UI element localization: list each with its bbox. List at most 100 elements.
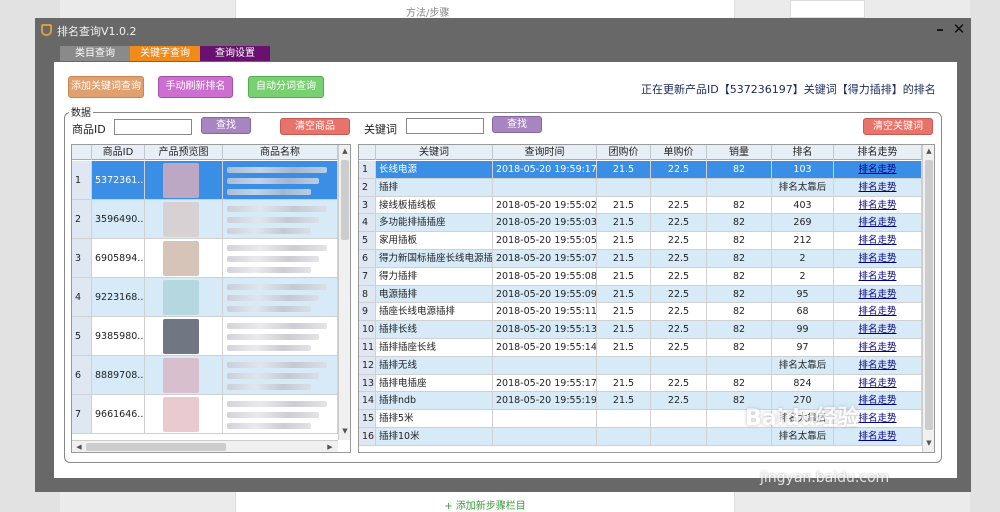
row-number[interactable]: 1 xyxy=(359,161,376,179)
sales-cell[interactable]: 82 xyxy=(707,232,772,250)
product-row[interactable]: 3 6905894... xyxy=(72,239,338,278)
query-time-cell[interactable] xyxy=(493,178,597,197)
group-price-cell[interactable]: 21.5 xyxy=(597,303,651,322)
keyword-row[interactable]: 11 插排插座长线 2018-05-20 19:55:14 21.5 22.5 82 97 排… xyxy=(359,339,922,357)
rank-trend-link[interactable]: 排名走势 xyxy=(834,267,922,286)
single-price-cell[interactable] xyxy=(651,410,707,428)
product-row[interactable]: 2 3596490... xyxy=(72,200,338,239)
group-price-cell[interactable] xyxy=(597,428,651,446)
product-preview-cell[interactable] xyxy=(145,239,223,278)
keyword-row[interactable]: 4 多功能排插插座 2018-05-20 19:55:03 21.5 22.5 82 269… xyxy=(359,214,922,233)
product-id-cell[interactable]: 8889708... xyxy=(92,356,145,395)
keyword-row[interactable]: 10 插排长线 2018-05-20 19:55:13 21.5 22.5 82 99 排名走… xyxy=(359,321,922,339)
query-time-cell[interactable]: 2018-05-20 19:59:17 xyxy=(493,161,597,179)
rank-trend-link[interactable]: 排名走势 xyxy=(834,161,922,179)
rank-cell[interactable]: 排名太靠后 xyxy=(772,356,834,375)
keyword-cell[interactable]: 插排10米 xyxy=(376,428,493,446)
product-preview-cell[interactable] xyxy=(145,278,223,317)
query-time-cell[interactable]: 2018-05-20 19:55:09 xyxy=(493,285,597,304)
rank-trend-link[interactable]: 排名走势 xyxy=(834,232,922,250)
single-price-cell[interactable]: 22.5 xyxy=(651,250,707,268)
rank-trend-link[interactable]: 排名走势 xyxy=(834,178,922,197)
group-price-cell[interactable]: 21.5 xyxy=(597,161,651,179)
keyword-cell[interactable]: 接线板插线板 xyxy=(376,196,493,215)
rank-trend-link[interactable]: 排名走势 xyxy=(834,303,922,322)
product-name-cell[interactable] xyxy=(223,200,338,239)
group-price-cell[interactable]: 21.5 xyxy=(597,392,651,411)
query-time-cell[interactable]: 2018-05-20 19:55:07 xyxy=(493,250,597,268)
query-time-cell[interactable] xyxy=(493,356,597,375)
rank-cell[interactable]: 269 xyxy=(772,214,834,233)
product-grid-hscroll-thumb[interactable] xyxy=(86,443,226,451)
product-name-column-header[interactable]: 商品名称 xyxy=(223,145,338,160)
query-time-cell[interactable]: 2018-05-20 19:55:19 xyxy=(493,392,597,411)
keyword-grid-vscroll-thumb[interactable] xyxy=(925,160,933,430)
product-id-cell[interactable]: 9385980... xyxy=(92,317,145,356)
tab-keyword-query[interactable]: 关键字查询 xyxy=(130,46,200,61)
product-row[interactable]: 6 8889708... xyxy=(72,356,338,395)
row-number[interactable]: 2 xyxy=(72,200,92,239)
row-number[interactable]: 4 xyxy=(72,278,92,317)
sales-cell[interactable] xyxy=(707,178,772,197)
rank-trend-link[interactable]: 排名走势 xyxy=(834,250,922,268)
product-find-button[interactable]: 查找 xyxy=(201,117,251,134)
keyword-cell[interactable]: 插排5米 xyxy=(376,410,493,428)
keyword-row[interactable]: 2 插排 排名太靠后 排名走势 xyxy=(359,178,922,197)
query-time-cell[interactable]: 2018-05-20 19:55:13 xyxy=(493,321,597,339)
product-preview-cell[interactable] xyxy=(145,161,223,200)
keyword-cell[interactable]: 插排无线 xyxy=(376,356,493,375)
group-price-cell[interactable] xyxy=(597,356,651,375)
row-number[interactable]: 4 xyxy=(359,214,376,233)
row-number[interactable]: 3 xyxy=(359,196,376,215)
sales-cell[interactable]: 82 xyxy=(707,303,772,322)
sales-cell[interactable]: 82 xyxy=(707,374,772,393)
rank-cell[interactable]: 2 xyxy=(772,267,834,286)
product-name-cell[interactable] xyxy=(223,278,338,317)
product-row[interactable]: 5 9385980... xyxy=(72,317,338,356)
sales-cell[interactable]: 82 xyxy=(707,250,772,268)
scroll-up-arrow-icon[interactable]: ▲ xyxy=(339,147,350,155)
row-number[interactable]: 7 xyxy=(72,395,92,434)
manual-refresh-button[interactable]: 手动刷新排名 xyxy=(158,76,233,98)
sales-cell[interactable]: 82 xyxy=(707,161,772,179)
rank-column-header[interactable]: 排名 xyxy=(772,145,834,160)
rank-trend-link[interactable]: 排名走势 xyxy=(834,374,922,393)
product-id-cell[interactable]: 5372361... xyxy=(92,161,145,200)
product-name-cell[interactable] xyxy=(223,395,338,434)
single-price-cell[interactable]: 22.5 xyxy=(651,303,707,322)
product-row[interactable]: 4 9223168... xyxy=(72,278,338,317)
row-number[interactable]: 5 xyxy=(72,317,92,356)
rank-trend-column-header[interactable]: 排名走势 xyxy=(834,145,922,160)
group-price-cell[interactable]: 21.5 xyxy=(597,339,651,357)
single-price-column-header[interactable]: 单购价 xyxy=(651,145,707,160)
keyword-row[interactable]: 13 插排电插座 2018-05-20 19:55:17 21.5 22.5 82 824 排… xyxy=(359,374,922,393)
sales-cell[interactable] xyxy=(707,356,772,375)
product-preview-cell[interactable] xyxy=(145,356,223,395)
single-price-cell[interactable]: 22.5 xyxy=(651,374,707,393)
rank-cell[interactable]: 99 xyxy=(772,321,834,339)
keyword-cell[interactable]: 插排插座长线 xyxy=(376,339,493,357)
keyword-find-button[interactable]: 查找 xyxy=(492,116,542,133)
sales-cell[interactable]: 82 xyxy=(707,267,772,286)
background-tab-label[interactable]: 方法/步骤 xyxy=(406,4,466,19)
close-button[interactable]: ✕ xyxy=(950,20,968,38)
keyword-row[interactable]: 7 得力插排 2018-05-20 19:55:08 21.5 22.5 82 2 排名走势 xyxy=(359,267,922,286)
product-preview-cell[interactable] xyxy=(145,395,223,434)
product-id-cell[interactable]: 6905894... xyxy=(92,239,145,278)
group-price-cell[interactable] xyxy=(597,410,651,428)
query-time-cell[interactable]: 2018-05-20 19:55:08 xyxy=(493,267,597,286)
rank-cell[interactable]: 95 xyxy=(772,285,834,304)
auto-split-query-button[interactable]: 自动分词查询 xyxy=(248,76,324,98)
keyword-cell[interactable]: 长线电源 xyxy=(376,161,493,179)
row-number[interactable]: 15 xyxy=(359,410,376,428)
sales-cell[interactable]: 82 xyxy=(707,196,772,215)
row-number[interactable]: 9 xyxy=(359,303,376,322)
product-id-cell[interactable]: 3596490... xyxy=(92,200,145,239)
rank-trend-link[interactable]: 排名走势 xyxy=(834,285,922,304)
product-row[interactable]: 1 5372361... xyxy=(72,161,338,200)
keyword-row[interactable]: 9 插座长线电源插排 2018-05-20 19:55:11 21.5 22.5 82 68… xyxy=(359,303,922,322)
query-time-cell[interactable]: 2018-05-20 19:55:17 xyxy=(493,374,597,393)
product-name-cell[interactable] xyxy=(223,161,338,200)
product-id-cell[interactable]: 9223168... xyxy=(92,278,145,317)
row-number[interactable]: 13 xyxy=(359,374,376,393)
